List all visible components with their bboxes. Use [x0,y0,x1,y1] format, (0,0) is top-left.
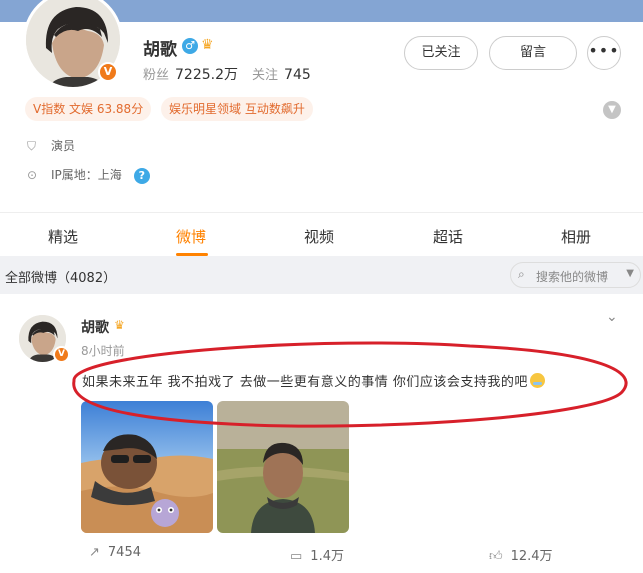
location-pin-icon: ⊙ [27,168,38,182]
shield-icon: ⛉ [27,139,37,153]
post-author-name[interactable]: 胡歌 [81,317,109,337]
verified-badge: V [98,62,118,82]
occupation-row: ⛉ 演员 [27,137,75,154]
help-icon[interactable]: ? [133,168,150,184]
tab-super-topic[interactable]: 超话 [433,226,463,247]
ip-location-text: IP属地：上海 [51,168,122,182]
followed-button[interactable]: 已关注 [404,36,478,70]
tab-album[interactable]: 相册 [561,226,591,247]
domain-rank-tag[interactable]: 娱乐明星领域 互动数飙升 [161,97,313,121]
like-count: 12.4万 [510,549,553,564]
active-tab-indicator [176,253,208,256]
tab-video[interactable]: 视频 [304,226,334,247]
weibo-list-header: 全部微博（4082） ⌕ 搜索他的微博 ▼ [0,258,643,292]
v-index-tag[interactable]: V指数 文娱 63.88分 [25,97,152,121]
crown-icon: ♛ [114,318,125,332]
post-photo-1[interactable] [81,401,213,533]
ip-location-row: ⊙ IP属地：上海? [27,166,150,184]
profile-name: 胡歌 [143,40,177,60]
like-button[interactable]: 👍︎ 12.4万 [489,545,553,564]
post-text-content: 如果未来五年 我不拍戏了 去做一些更有意义的事情 你们应该会支持我的吧 [82,375,528,390]
post-text: 如果未来五年 我不拍戏了 去做一些更有意义的事情 你们应该会支持我的吧 [82,371,545,390]
post-menu-chevron-icon[interactable]: ⌄ [606,309,618,325]
search-placeholder: 搜索他的微博 [536,270,609,284]
hug-emoji-icon [529,373,545,388]
male-gender-icon: ♂ [182,38,198,54]
occupation-text: 演员 [51,139,76,153]
thumbs-up-icon: 👍︎ [489,549,503,564]
dropdown-arrow-icon[interactable]: ▼ [626,268,634,279]
post-timestamp[interactable]: 8小时前 [81,342,125,359]
comment-icon: ▭ [290,549,303,564]
tab-featured[interactable]: 精选 [48,226,78,247]
search-weibo-input[interactable]: ⌕ 搜索他的微博 ▼ [510,262,641,288]
more-options-button[interactable]: ••• [587,36,621,70]
fans-count[interactable]: 7225.2万 [175,67,238,83]
message-button[interactable]: 留言 [489,36,577,70]
repost-button[interactable]: ↗ 7454 [89,545,141,560]
verified-badge: V [53,346,70,363]
comment-button[interactable]: ▭ 1.4万 [290,545,344,564]
tab-weibo[interactable]: 微博 [176,226,206,247]
repost-icon: ↗ [89,545,100,560]
profile-card: V 胡歌 ♂ ♛ 粉丝 7225.2万 关注 745 已关注 留言 ••• V指数 文… [0,0,643,256]
profile-stats: 粉丝 7225.2万 关注 745 [143,64,325,84]
following-count[interactable]: 745 [284,67,311,83]
search-icon: ⌕ [518,267,525,281]
post-photo-2[interactable] [217,401,349,533]
profile-tabs: 精选 微博 视频 超话 相册 [0,213,643,256]
crown-icon: ♛ [201,37,214,53]
fans-label: 粉丝 [143,68,170,83]
repost-count: 7454 [107,545,141,560]
all-weibo-title[interactable]: 全部微博（4082） [5,267,116,286]
expand-chevron-icon[interactable]: ▼ [603,101,621,119]
comment-count: 1.4万 [310,549,344,564]
following-label: 关注 [252,68,279,83]
